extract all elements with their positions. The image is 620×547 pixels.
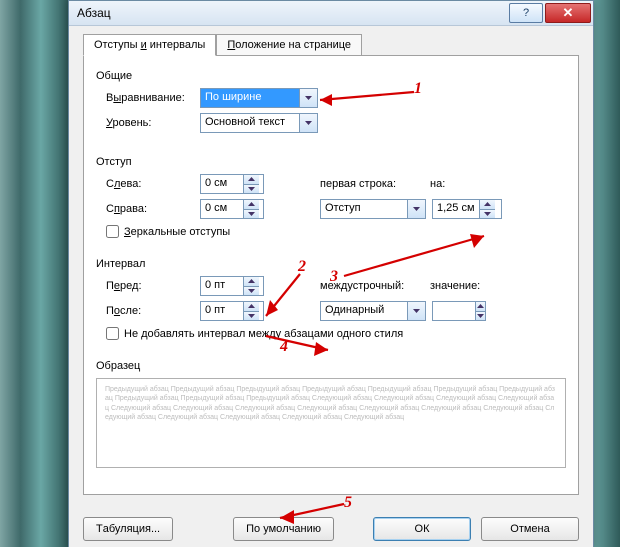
mirror-indents-checkbox[interactable] — [106, 225, 119, 238]
no-space-same-style-label: Не добавлять интервал между абзацами одн… — [124, 328, 403, 340]
spinner-down-icon[interactable] — [244, 184, 259, 194]
line-spacing-label: междустрочный: — [320, 280, 430, 292]
tabs-button[interactable]: Табуляция... — [83, 517, 173, 541]
chevron-down-icon[interactable] — [299, 114, 317, 132]
first-line-combo[interactable]: Отступ — [320, 199, 426, 219]
alignment-value: По ширине — [201, 89, 299, 107]
chevron-down-icon[interactable] — [407, 200, 425, 218]
spacing-after-label: После: — [106, 305, 200, 317]
spinner-down-icon[interactable] — [244, 286, 259, 296]
spacing-before-spinner[interactable]: 0 пт — [200, 276, 264, 296]
spinner-down-icon[interactable] — [244, 311, 259, 321]
section-preview: Образец — [96, 360, 566, 372]
indent-right-value: 0 см — [201, 200, 243, 218]
spinner-up-icon[interactable] — [244, 277, 259, 286]
spinner-up-icon[interactable] — [244, 302, 259, 311]
indent-by-spinner[interactable]: 1,25 см — [432, 199, 502, 219]
section-indent: Отступ — [96, 156, 566, 168]
section-spacing: Интервал — [96, 258, 566, 270]
ok-button[interactable]: ОК — [373, 517, 471, 541]
tab-page-position[interactable]: Положение на странице — [216, 34, 362, 56]
indent-right-spinner[interactable]: 0 см — [200, 199, 264, 219]
spinner-up-icon[interactable] — [244, 200, 259, 209]
section-general: Общие — [96, 70, 566, 82]
level-value: Основной текст — [201, 114, 299, 132]
tab-strip: Отступы и интервалы Положение на страниц… — [83, 34, 579, 56]
indent-by-label: на: — [430, 178, 474, 190]
spacing-after-spinner[interactable]: 0 пт — [200, 301, 264, 321]
set-default-button[interactable]: По умолчанию — [233, 517, 334, 541]
level-combo[interactable]: Основной текст — [200, 113, 318, 133]
spacing-at-value — [433, 302, 475, 320]
window-title: Абзац — [77, 6, 507, 20]
help-button[interactable]: ? — [509, 3, 543, 23]
indent-right-label: Справа: — [106, 203, 200, 215]
line-spacing-value: Одинарный — [321, 302, 407, 320]
alignment-combo[interactable]: По ширине — [200, 88, 318, 108]
tab-panel: Общие Выравнивание: По ширине Уровен — [83, 55, 579, 495]
chevron-down-icon[interactable] — [407, 302, 425, 320]
spacing-before-label: Перед: — [106, 280, 200, 292]
spinner-up-icon[interactable] — [476, 302, 485, 311]
level-label: Уровень: — [106, 117, 200, 129]
chevron-down-icon[interactable] — [299, 89, 317, 107]
background-right — [592, 0, 620, 547]
preview-box: Предыдущий абзац Предыдущий абзац Предыд… — [96, 378, 566, 468]
dialog-button-row: Табуляция... По умолчанию ОК Отмена — [83, 517, 579, 541]
paragraph-dialog: Абзац ? ✕ Отступы и интервалы Положение … — [68, 0, 594, 547]
spacing-at-label: значение: — [430, 280, 490, 292]
cancel-button[interactable]: Отмена — [481, 517, 579, 541]
indent-left-label: Слева: — [106, 178, 200, 190]
title-bar: Абзац ? ✕ — [69, 1, 593, 26]
first-line-value: Отступ — [321, 200, 407, 218]
spacing-before-value: 0 пт — [201, 277, 243, 295]
close-button[interactable]: ✕ — [545, 3, 591, 23]
tab-indents-spacing[interactable]: Отступы и интервалы — [83, 34, 216, 56]
mirror-indents-label: Зеркальные отступы — [124, 226, 230, 238]
spinner-up-icon[interactable] — [480, 200, 495, 209]
spinner-down-icon[interactable] — [244, 209, 259, 219]
first-line-label: первая строка: — [320, 178, 430, 190]
spacing-at-spinner[interactable] — [432, 301, 486, 321]
indent-by-value: 1,25 см — [433, 200, 479, 218]
no-space-same-style-checkbox[interactable] — [106, 327, 119, 340]
background-left — [0, 0, 68, 547]
spinner-down-icon[interactable] — [480, 209, 495, 219]
spinner-up-icon[interactable] — [244, 175, 259, 184]
spinner-down-icon[interactable] — [476, 311, 485, 321]
line-spacing-combo[interactable]: Одинарный — [320, 301, 426, 321]
indent-left-value: 0 см — [201, 175, 243, 193]
indent-left-spinner[interactable]: 0 см — [200, 174, 264, 194]
alignment-label: Выравнивание: — [106, 92, 200, 104]
spacing-after-value: 0 пт — [201, 302, 243, 320]
